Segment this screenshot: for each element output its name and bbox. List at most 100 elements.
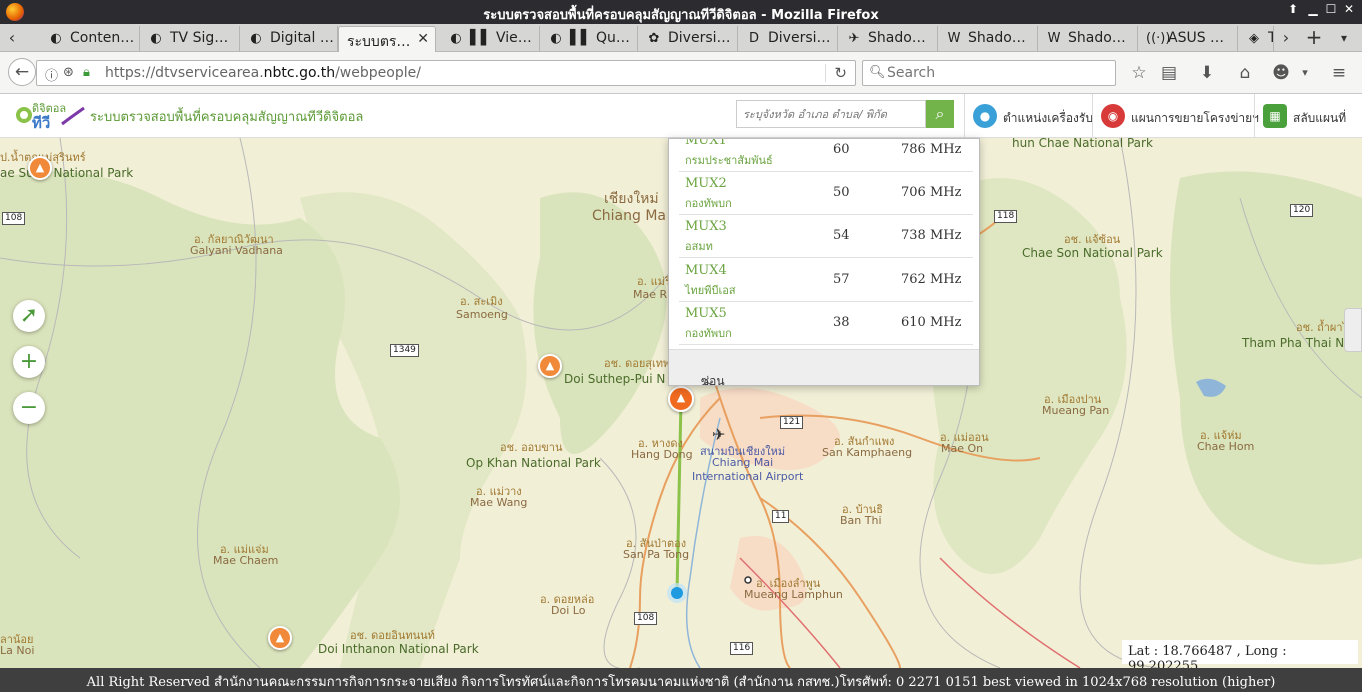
site-header: ดิจิตอล ทีวี ระบบตรวจสอบพื้นที่ครอบคลุมส… — [0, 94, 1362, 138]
side-panel-handle[interactable] — [1344, 308, 1362, 352]
zoom-in-button[interactable]: + — [13, 346, 45, 378]
location-search-input[interactable] — [736, 100, 926, 128]
extension-dropdown-icon[interactable]: ▾ — [1292, 60, 1318, 86]
wikipedia-icon: W — [947, 31, 961, 46]
map-place-label: Mueang Lamphun — [744, 588, 843, 601]
url-bar[interactable]: ⓘ ⊛ 🔒︎ https://dtvservicearea.nbtc.go.th… — [36, 60, 856, 86]
page-footer: All Right Reserved สำนักงานคณะกรรมการกิจ… — [0, 668, 1362, 692]
map-place-label: Doi Lo — [551, 604, 586, 617]
transmitter-tower-icon[interactable]: ▲ — [28, 156, 52, 180]
tab-label: Digital … — [270, 30, 334, 46]
maximize-icon[interactable]: ☐ — [1322, 2, 1340, 16]
selected-transmitter-icon[interactable]: ▲ — [668, 386, 694, 412]
browser-tab[interactable]: ระบบตร… ✕ — [338, 26, 436, 53]
browser-tab[interactable]: ◐ TV Sig… — [140, 26, 240, 52]
reading-list-icon[interactable]: ▤ — [1156, 60, 1182, 86]
back-button[interactable]: ← — [8, 58, 36, 86]
road-number-badge: 11 — [772, 510, 790, 523]
browser-tab[interactable]: ◐ ▌▌ Vie… — [440, 26, 540, 52]
close-tab-icon[interactable]: ✕ — [417, 31, 429, 47]
map-place-label: Mae Chaem — [213, 554, 279, 567]
info-icon[interactable]: ⓘ — [45, 65, 58, 84]
window-up-arrow-icon[interactable]: ⬆ — [1284, 2, 1302, 16]
reload-icon[interactable]: ↻ — [825, 64, 847, 82]
url-text[interactable]: https://dtvservicearea.nbtc.go.th/webpeo… — [105, 65, 421, 81]
search-input[interactable] — [887, 64, 1107, 82]
switch-map-button[interactable]: ▦ สลับแผนที่ — [1254, 94, 1362, 138]
browser-tab[interactable]: ✈ Shado… — [838, 26, 938, 52]
search-bar[interactable]: 🔍︎ — [862, 60, 1116, 86]
mux-name: MUX4 — [685, 263, 727, 278]
browser-tab[interactable]: D Diversi… — [738, 26, 838, 52]
hide-label: ซ่อน — [701, 374, 725, 386]
tab-strip: ‹ ◐ Conten… ◐ TV Sig… ◐ Digital … ระบบตร… ✕ ◐ ▌▌ … — [0, 24, 1362, 53]
extension-monkey-icon[interactable]: ☻ — [1268, 60, 1294, 86]
map-place-label: hun Chae National Park — [1012, 138, 1153, 150]
hamburger-menu-icon[interactable]: ≡ — [1326, 60, 1352, 86]
map-place-label: เชียงใหม่ — [604, 191, 659, 207]
signal-path-line — [675, 399, 683, 594]
mux-row: MUX3 อสมท 54 738 MHz — [679, 215, 973, 258]
mux-operator: ไทยพีบีเอส — [685, 284, 736, 297]
mux-channel: 54 — [833, 228, 850, 243]
tab-label: Diversi… — [768, 30, 831, 46]
map-place-label: San Kamphaeng — [822, 446, 913, 459]
map-place-label: Samoeng — [456, 308, 508, 321]
opera-icon: ◐ — [150, 31, 162, 46]
new-tab-icon[interactable]: + — [1304, 25, 1324, 49]
mux-row: MUX5 กองทัพบก 38 610 MHz — [679, 302, 973, 345]
browser-tab[interactable]: ((·)) ASUS … — [1138, 26, 1238, 52]
hide-popup-button[interactable]: ︿ ซ่อน — [669, 349, 979, 386]
receiver-location-button[interactable]: ● ตำแหน่งเครื่องรับ — [964, 94, 1093, 138]
road-number-badge: 118 — [994, 210, 1018, 223]
browser-tab[interactable]: ◐ ▌▌ Qu… — [540, 26, 638, 52]
tab-scroll-left-icon[interactable]: ‹ — [2, 28, 22, 47]
tracking-protection-icon[interactable]: ⊛ — [63, 65, 74, 80]
network-expansion-button[interactable]: ◉ แผนการขยายโครงข่ายฯ — [1092, 94, 1259, 138]
home-icon[interactable]: ⌂ — [1232, 60, 1258, 86]
zoom-out-button[interactable]: − — [13, 392, 45, 424]
location-pin-icon: ● — [973, 104, 997, 128]
road-number-badge: 116 — [730, 642, 754, 655]
tab-scroll-right-icon[interactable]: › — [1276, 28, 1296, 47]
map-place-label: La Noi — [0, 644, 35, 657]
mux-row: MUX1 กรมประชาสัมพันธ์ 60 786 MHz — [679, 138, 973, 172]
mux-info-popup: MUX1 กรมประชาสัมพันธ์ 60 786 MHz MUX2 กอ… — [668, 138, 980, 386]
lock-icon[interactable]: 🔒︎ — [83, 65, 90, 80]
browser-tab[interactable]: W Shado… — [1038, 26, 1138, 52]
transmitter-tower-icon[interactable]: ▲ — [538, 354, 562, 378]
bookmark-star-icon[interactable]: ☆ — [1126, 60, 1152, 86]
road-number-badge: 108 — [2, 212, 26, 225]
wikipedia-icon: W — [1047, 31, 1061, 46]
browser-tab[interactable]: ◐ Conten… — [40, 26, 140, 52]
tab-label: Conten… — [70, 30, 135, 46]
map-place-label: San Pa Tong — [623, 548, 690, 561]
window-title: ระบบตรวจสอบพื้นที่ครอบคลุมสัญญาณทีวีดิจิ… — [483, 8, 879, 23]
tab-label: Diversi… — [668, 30, 731, 46]
tab-label: ▌▌ Qu… — [570, 30, 630, 46]
digital-tv-logo-icon[interactable]: ดิจิตอล ทีวี — [14, 98, 86, 132]
mux-name: MUX3 — [685, 219, 727, 234]
tab-list-dropdown-icon[interactable]: ▾ — [1334, 31, 1354, 45]
opera-icon: ◐ — [250, 31, 262, 46]
location-search-button[interactable]: ⌕ — [926, 100, 954, 128]
minimize-icon[interactable]: ▁ — [1304, 2, 1322, 16]
search-icon: 🔍︎ — [869, 65, 886, 80]
opera-icon: ◐ — [450, 31, 462, 46]
browser-tab[interactable]: W Shado… — [938, 26, 1038, 52]
browser-tab[interactable]: ◈T — [1238, 26, 1274, 52]
compass-arrow-icon: ➚ — [19, 303, 39, 328]
transmitter-tower-icon[interactable]: ▲ — [268, 626, 292, 650]
mux-name: MUX1 — [685, 138, 727, 148]
mux-frequency: 786 MHz — [901, 142, 962, 157]
tab-label: ASUS … — [1168, 30, 1225, 46]
my-location-button[interactable]: ➚ — [13, 300, 45, 332]
tower-icon: ◉ — [1101, 104, 1125, 128]
map-place-label: Chae Hom — [1197, 440, 1255, 453]
browser-tab[interactable]: ◐ Digital … — [240, 26, 338, 52]
close-window-icon[interactable]: ✕ — [1340, 2, 1358, 16]
window-titlebar: ระบบตรวจสอบพื้นที่ครอบคลุมสัญญาณทีวีดิจิ… — [0, 0, 1362, 24]
browser-tab[interactable]: ✿ Diversi… — [638, 26, 738, 52]
mux-channel: 50 — [833, 185, 850, 200]
download-icon[interactable]: ⬇ — [1194, 60, 1220, 86]
